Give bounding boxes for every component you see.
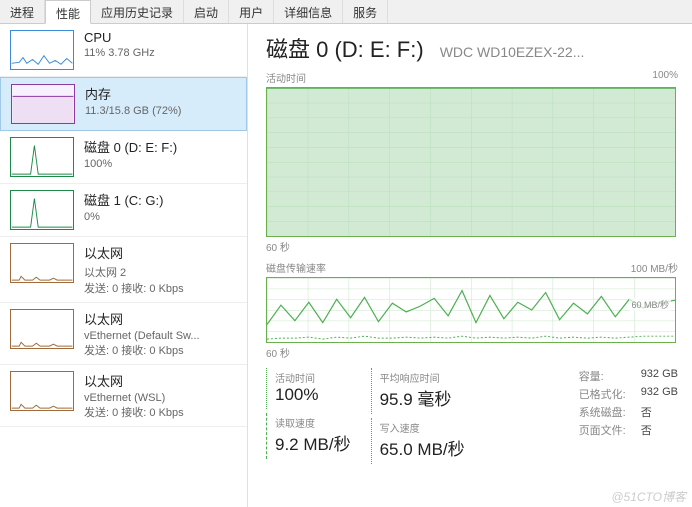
sidebar-item-sub: 11% 3.78 GHz: [84, 47, 155, 59]
main: CPU 11% 3.78 GHz 内存 11.3/15.8 GB (72%) 磁盘 0 …: [0, 24, 692, 507]
tab-1[interactable]: 性能: [45, 0, 91, 24]
detail-model: WDC WD10EZEX-22...: [440, 44, 585, 60]
tab-4[interactable]: 用户: [229, 0, 274, 23]
tabs: 进程性能应用历史记录启动用户详细信息服务: [0, 0, 692, 24]
tab-0[interactable]: 进程: [0, 0, 45, 23]
sidebar-item-eth1[interactable]: 以太网以太网 2发送: 0 接收: 0 Kbps: [0, 237, 247, 303]
sidebar-item-title: 以太网: [84, 309, 200, 328]
chart2-label: 磁盘传输速率: [266, 260, 326, 275]
thumb-disk-icon: [10, 190, 74, 230]
sidebar-item-mem[interactable]: 内存 11.3/15.8 GB (72%): [0, 77, 247, 131]
activity-chart: [266, 87, 676, 237]
detail-panel: 磁盘 0 (D: E: F:) WDC WD10EZEX-22... 活动时间 …: [248, 24, 692, 507]
sidebar-item-sub: vEthernet (Default Sw...: [84, 330, 200, 342]
sidebar-item-disk1[interactable]: 磁盘 1 (C: G:) 0%: [0, 184, 247, 237]
sidebar-item-title: 磁盘 0 (D: E: F:): [84, 137, 177, 156]
stat-avg-resp: 平均响应时间 95.9 毫秒: [371, 368, 479, 414]
watermark: @51CTO博客: [611, 488, 686, 505]
chart2-xaxis: 60 秒: [266, 345, 678, 360]
sidebar-item-eth3[interactable]: 以太网vEthernet (WSL)发送: 0 接收: 0 Kbps: [0, 365, 247, 427]
chart-activity-block: 活动时间 100% 60 秒: [266, 70, 678, 254]
sidebar-item-sub: 100%: [84, 158, 177, 170]
thumb-eth-icon: [10, 371, 74, 411]
sidebar-item-disk0[interactable]: 磁盘 0 (D: E: F:) 100%: [0, 131, 247, 184]
tab-3[interactable]: 启动: [184, 0, 229, 23]
stat-read: 读取速度 9.2 MB/秒: [266, 413, 365, 459]
tab-5[interactable]: 详细信息: [274, 0, 343, 23]
stat-active-time: 活动时间 100%: [266, 368, 365, 409]
thumb-cpu-icon: [10, 30, 74, 70]
chart1-label: 活动时间: [266, 70, 306, 85]
detail-title: 磁盘 0 (D: E: F:): [266, 32, 424, 64]
sidebar-item-title: 以太网: [84, 371, 184, 390]
sidebar-item-title: CPU: [84, 30, 155, 45]
sidebar-item-sub: 0%: [84, 211, 163, 223]
stats-right: 容量:932 GB 已格式化:932 GB 系统磁盘:否 页面文件:否: [579, 368, 678, 468]
thumb-mem-icon: [11, 84, 75, 124]
chart1-ymax: 100%: [652, 70, 678, 85]
chart2-mid: 60 MB/秒: [629, 298, 671, 311]
sidebar-item-title: 以太网: [84, 243, 184, 262]
chart-transfer-block: 磁盘传输速率 100 MB/秒 60 MB/秒 60 秒: [266, 260, 678, 360]
tab-2[interactable]: 应用历史记录: [91, 0, 184, 23]
chart2-ymax: 100 MB/秒: [631, 260, 678, 275]
sidebar-item-cpu[interactable]: CPU 11% 3.78 GHz: [0, 24, 247, 77]
stat-write: 写入速度 65.0 MB/秒: [371, 418, 479, 464]
sidebar-item-sub: vEthernet (WSL): [84, 392, 184, 404]
sidebar-item-sub: 以太网 2: [84, 264, 184, 280]
sidebar-item-sub: 11.3/15.8 GB (72%): [85, 105, 181, 117]
tab-6[interactable]: 服务: [343, 0, 388, 23]
thumb-disk-icon: [10, 137, 74, 177]
chart1-xaxis: 60 秒: [266, 239, 678, 254]
thumb-eth-icon: [10, 309, 74, 349]
stats: 活动时间 100% 读取速度 9.2 MB/秒 平均响应时间 95.9 毫秒 写…: [266, 368, 678, 468]
sidebar-item-title: 磁盘 1 (C: G:): [84, 190, 163, 209]
sidebar-item-eth2[interactable]: 以太网vEthernet (Default Sw...发送: 0 接收: 0 K…: [0, 303, 247, 365]
sidebar: CPU 11% 3.78 GHz 内存 11.3/15.8 GB (72%) 磁盘 0 …: [0, 24, 248, 507]
thumb-eth-icon: [10, 243, 74, 283]
transfer-chart: 60 MB/秒: [266, 277, 676, 343]
sidebar-item-title: 内存: [85, 84, 181, 103]
